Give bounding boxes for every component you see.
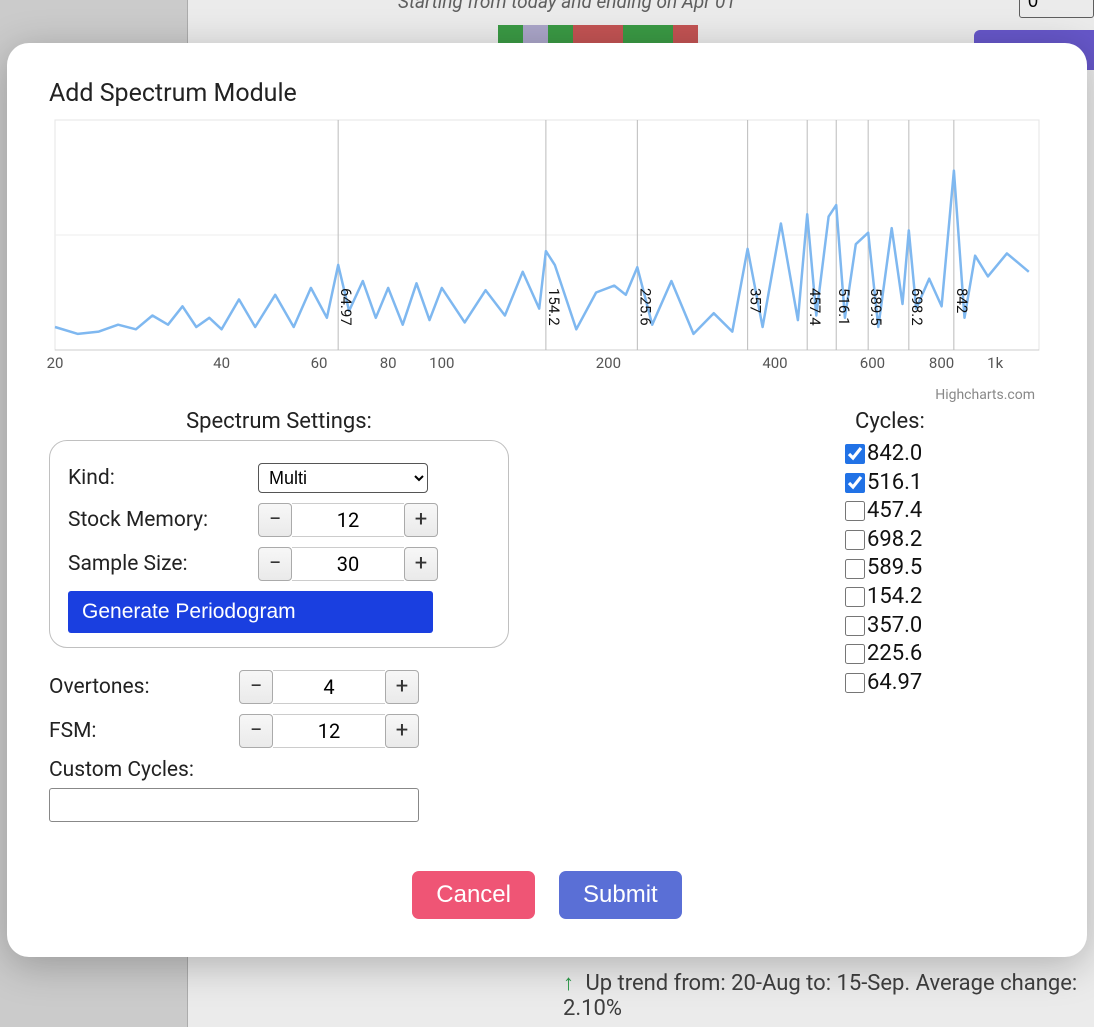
cancel-button[interactable]: Cancel (412, 871, 535, 919)
sample-size-increment[interactable]: + (404, 547, 438, 581)
cycle-checkbox[interactable] (845, 501, 865, 521)
chart-peak-label: 516.1 (835, 288, 853, 326)
chart-tick-label: 1k (987, 354, 1003, 372)
chart-tick-label: 60 (311, 354, 328, 372)
cycle-checkbox[interactable] (845, 530, 865, 550)
kind-select[interactable]: Multi (258, 463, 428, 493)
cycle-item[interactable]: 457.4 (845, 497, 1045, 526)
cycle-checkbox[interactable] (845, 444, 865, 464)
cycle-item[interactable]: 516.1 (845, 469, 1045, 498)
cycle-checkbox[interactable] (845, 644, 865, 664)
fsm-value[interactable]: 12 (273, 714, 385, 748)
fsm-decrement[interactable]: − (239, 714, 273, 748)
submit-button[interactable]: Submit (559, 871, 682, 919)
cycle-item[interactable]: 589.5 (845, 554, 1045, 583)
cycle-value: 698.2 (867, 526, 922, 555)
cycle-checkbox[interactable] (845, 473, 865, 493)
cycle-value: 357.0 (867, 612, 922, 641)
cycles-heading: Cycles: (845, 409, 1045, 434)
cycle-value: 516.1 (867, 469, 922, 498)
overtones-decrement[interactable]: − (239, 670, 273, 704)
cycle-item[interactable]: 357.0 (845, 612, 1045, 641)
cycle-item[interactable]: 698.2 (845, 526, 1045, 555)
spectrum-chart: Highcharts.com 64.97 154.2 225.6 357 457.4 51… (49, 118, 1045, 403)
generate-periodogram-button[interactable]: Generate Periodogram (68, 591, 433, 633)
stock-memory-decrement[interactable]: − (258, 503, 292, 537)
cycle-checkbox[interactable] (845, 587, 865, 607)
chart-tick-label: 80 (380, 354, 397, 372)
kind-label: Kind: (68, 466, 258, 490)
cycle-value: 457.4 (867, 497, 922, 526)
cycle-value: 154.2 (867, 583, 922, 612)
chart-tick-label: 400 (762, 354, 787, 372)
cycle-checkbox[interactable] (845, 616, 865, 636)
chart-peak-label: 225.6 (636, 288, 654, 326)
spectrum-settings-box: Kind: Multi Stock Memory: − 12 + Sample … (49, 440, 509, 648)
cycle-value: 842.0 (867, 440, 922, 469)
chart-tick-label: 40 (213, 354, 230, 372)
chart-tick-label: 100 (429, 354, 454, 372)
fsm-label: FSM: (49, 719, 239, 743)
chart-peak-label: 357 (747, 288, 765, 313)
chart-peak-label: 154.2 (545, 288, 563, 326)
overtones-increment[interactable]: + (385, 670, 419, 704)
spectrum-settings-heading: Spectrum Settings: (49, 409, 509, 434)
cycle-item[interactable]: 154.2 (845, 583, 1045, 612)
chart-peak-label: 457.4 (806, 288, 824, 326)
modal-title: Add Spectrum Module (49, 79, 1045, 108)
custom-cycles-label: Custom Cycles: (49, 758, 239, 782)
custom-cycles-input[interactable] (49, 788, 419, 822)
chart-peak-label: 64.97 (337, 288, 355, 326)
cycle-checkbox[interactable] (845, 559, 865, 579)
chart-tick-label: 800 (929, 354, 954, 372)
overtones-value[interactable]: 4 (273, 670, 385, 704)
fsm-increment[interactable]: + (385, 714, 419, 748)
chart-credit[interactable]: Highcharts.com (935, 387, 1035, 403)
chart-tick-label: 600 (860, 354, 885, 372)
cycle-checkbox[interactable] (845, 673, 865, 693)
chart-peak-label: 842 (953, 288, 971, 313)
sample-size-value[interactable]: 30 (292, 547, 404, 581)
chart-peak-label: 698.2 (908, 288, 926, 326)
chart-tick-label: 20 (47, 354, 64, 372)
add-spectrum-modal: Add Spectrum Module Highcharts.com 64.97… (7, 43, 1087, 957)
overtones-label: Overtones: (49, 675, 239, 699)
cycle-value: 64.97 (867, 669, 922, 698)
sample-size-label: Sample Size: (68, 552, 258, 576)
cycle-value: 225.6 (867, 640, 922, 669)
fsm-stepper: − 12 + (239, 714, 419, 748)
chart-peak-label: 589.5 (867, 288, 885, 326)
cycle-value: 589.5 (867, 554, 922, 583)
stock-memory-increment[interactable]: + (404, 503, 438, 537)
cycle-item[interactable]: 64.97 (845, 669, 1045, 698)
stock-memory-label: Stock Memory: (68, 508, 258, 532)
overtones-stepper: − 4 + (239, 670, 419, 704)
cycle-item[interactable]: 225.6 (845, 640, 1045, 669)
chart-tick-label: 200 (596, 354, 621, 372)
sample-size-stepper: − 30 + (258, 547, 438, 581)
cycle-item[interactable]: 842.0 (845, 440, 1045, 469)
stock-memory-stepper: − 12 + (258, 503, 438, 537)
stock-memory-value[interactable]: 12 (292, 503, 404, 537)
sample-size-decrement[interactable]: − (258, 547, 292, 581)
